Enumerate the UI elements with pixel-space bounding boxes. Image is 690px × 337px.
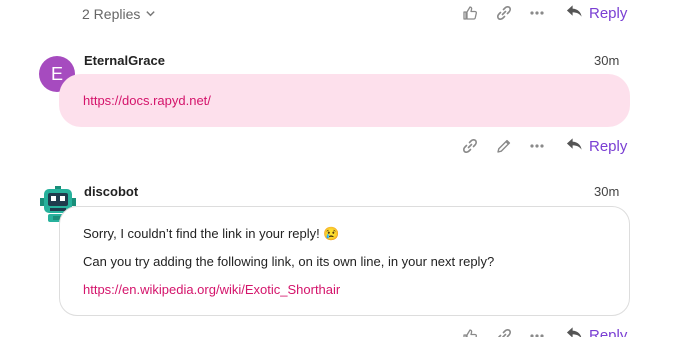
reply-arrow-icon [566,4,583,22]
link-icon[interactable] [496,328,512,337]
reply-label: Reply [589,326,628,337]
like-icon[interactable] [462,5,478,21]
link-icon[interactable] [462,138,478,154]
link-icon[interactable] [496,5,512,21]
username[interactable]: EternalGrace [84,53,165,68]
post-text: Sorry, I couldn’t find the link in your … [83,226,340,242]
username[interactable]: discobot [84,184,138,199]
reply-arrow-icon [566,137,583,155]
chevron-down-icon [145,6,156,22]
reply-button[interactable]: Reply [566,326,627,337]
post-link[interactable]: https://docs.rapyd.net/ [83,93,211,108]
replies-toggle[interactable]: 2 Replies [82,4,156,24]
reply-button[interactable]: Reply [566,137,627,155]
reply-label: Reply [589,137,628,155]
post-text: Can you try adding the following link, o… [83,254,495,269]
reply-arrow-icon [566,326,583,337]
post-timestamp[interactable]: 30m [594,184,619,199]
reply-label: Reply [589,4,628,22]
avatar-letter: E [50,63,63,84]
like-icon[interactable] [462,328,478,337]
more-options-icon[interactable] [529,328,545,337]
post-timestamp[interactable]: 30m [594,53,619,68]
crying-emoji-icon: 😢 [323,226,340,241]
post-link[interactable]: https://en.wikipedia.org/wiki/Exotic_Sho… [83,282,340,297]
more-options-icon[interactable] [529,5,545,21]
more-options-icon[interactable] [529,138,545,154]
edit-pencil-icon[interactable] [496,138,512,154]
post-text-line: Sorry, I couldn’t find the link in your … [83,226,320,241]
reply-button[interactable]: Reply [566,4,627,22]
replies-count-label: 2 Replies [82,6,141,22]
